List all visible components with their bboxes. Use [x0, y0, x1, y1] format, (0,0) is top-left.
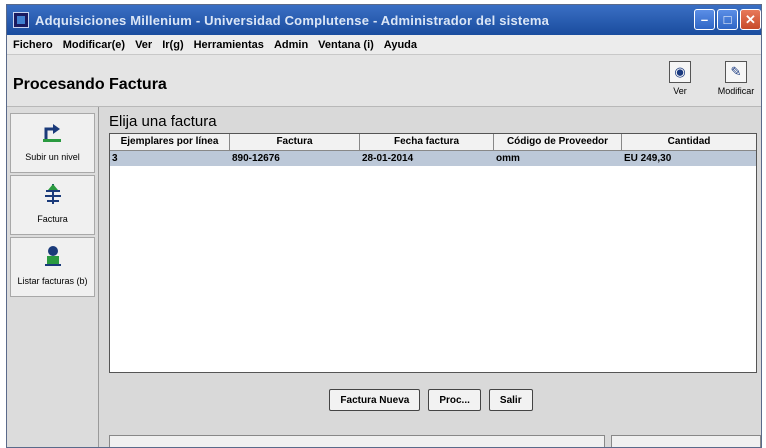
list-title: Elija una factura	[109, 113, 217, 130]
menu-ayuda[interactable]: Ayuda	[384, 39, 417, 51]
app-logo-icon	[13, 12, 29, 28]
menu-ver[interactable]: Ver	[135, 39, 152, 51]
table-header: Ejemplares por línea Factura Fecha factu…	[110, 134, 756, 151]
page-title: Procesando Factura	[13, 76, 167, 93]
status-panel	[109, 435, 605, 447]
menu-fichero[interactable]: Fichero	[13, 39, 53, 51]
list-invoices-icon	[44, 246, 61, 266]
maximize-icon[interactable]: □	[717, 9, 738, 30]
invoice-table[interactable]: Ejemplares por línea Factura Fecha factu…	[109, 133, 757, 373]
action-buttons: Factura Nueva Proc... Salir	[99, 389, 761, 411]
menu-modificar[interactable]: Modificar(e)	[63, 39, 125, 51]
sidebar-label-invoice: Factura	[37, 214, 68, 224]
menu-ventana[interactable]: Ventana (i)	[318, 39, 374, 51]
sidebar: Subir un nivel Factura Listar facturas (…	[7, 107, 99, 447]
exit-button[interactable]: Salir	[488, 389, 533, 411]
menu-herramientas[interactable]: Herramientas	[194, 39, 264, 51]
menu-admin[interactable]: Admin	[274, 39, 308, 51]
column-header[interactable]: Fecha factura	[360, 134, 494, 150]
status-panel-secondary	[611, 435, 761, 447]
table-cell: 890-12676	[232, 153, 280, 164]
sidebar-item-up-level[interactable]: Subir un nivel	[10, 113, 95, 173]
menu-bar: Fichero Modificar(e) Ver Ir(g) Herramien…	[7, 35, 761, 55]
app-window: Adquisiciones Millenium - Universidad Co…	[6, 4, 762, 448]
column-header[interactable]: Ejemplares por línea	[110, 134, 230, 150]
sidebar-item-invoice[interactable]: Factura	[10, 175, 95, 235]
view-button[interactable]: ◉ Ver	[657, 61, 703, 96]
title-bar[interactable]: Adquisiciones Millenium - Universidad Co…	[7, 5, 761, 35]
sidebar-label-list-invoices: Listar facturas (b)	[17, 276, 88, 286]
minimize-icon[interactable]: –	[694, 9, 715, 30]
column-header[interactable]: Cantidad	[622, 134, 756, 150]
modify-button[interactable]: ✎ Modificar	[713, 61, 759, 96]
menu-ir[interactable]: Ir(g)	[162, 39, 183, 51]
close-icon[interactable]: ✕	[740, 9, 761, 30]
table-cell: 3	[112, 153, 118, 164]
up-level-icon	[42, 124, 61, 142]
modify-label: Modificar	[717, 86, 755, 96]
sidebar-item-list-invoices[interactable]: Listar facturas (b)	[10, 237, 95, 297]
table-cell: omm	[496, 153, 520, 164]
page-header: Procesando Factura ◉ Ver ✎ Modificar	[7, 55, 761, 107]
process-button[interactable]: Proc...	[428, 389, 481, 411]
main-panel: Elija una factura Ejemplares por línea F…	[99, 107, 761, 447]
table-cell: 28-01-2014	[362, 153, 414, 164]
invoice-icon	[44, 184, 61, 204]
column-header[interactable]: Factura	[230, 134, 360, 150]
sidebar-label-up-level: Subir un nivel	[25, 152, 80, 162]
table-row[interactable]: 3 890-12676 28-01-2014 omm EU 249,30	[110, 151, 756, 166]
new-invoice-button[interactable]: Factura Nueva	[329, 389, 421, 411]
view-icon: ◉	[669, 61, 691, 83]
table-cell: EU 249,30	[624, 153, 672, 164]
column-header[interactable]: Código de Proveedor	[494, 134, 622, 150]
window-controls: – □ ✕	[694, 9, 761, 30]
view-label: Ver	[673, 86, 687, 96]
window-title: Adquisiciones Millenium - Universidad Co…	[35, 12, 550, 28]
edit-icon: ✎	[725, 61, 747, 83]
